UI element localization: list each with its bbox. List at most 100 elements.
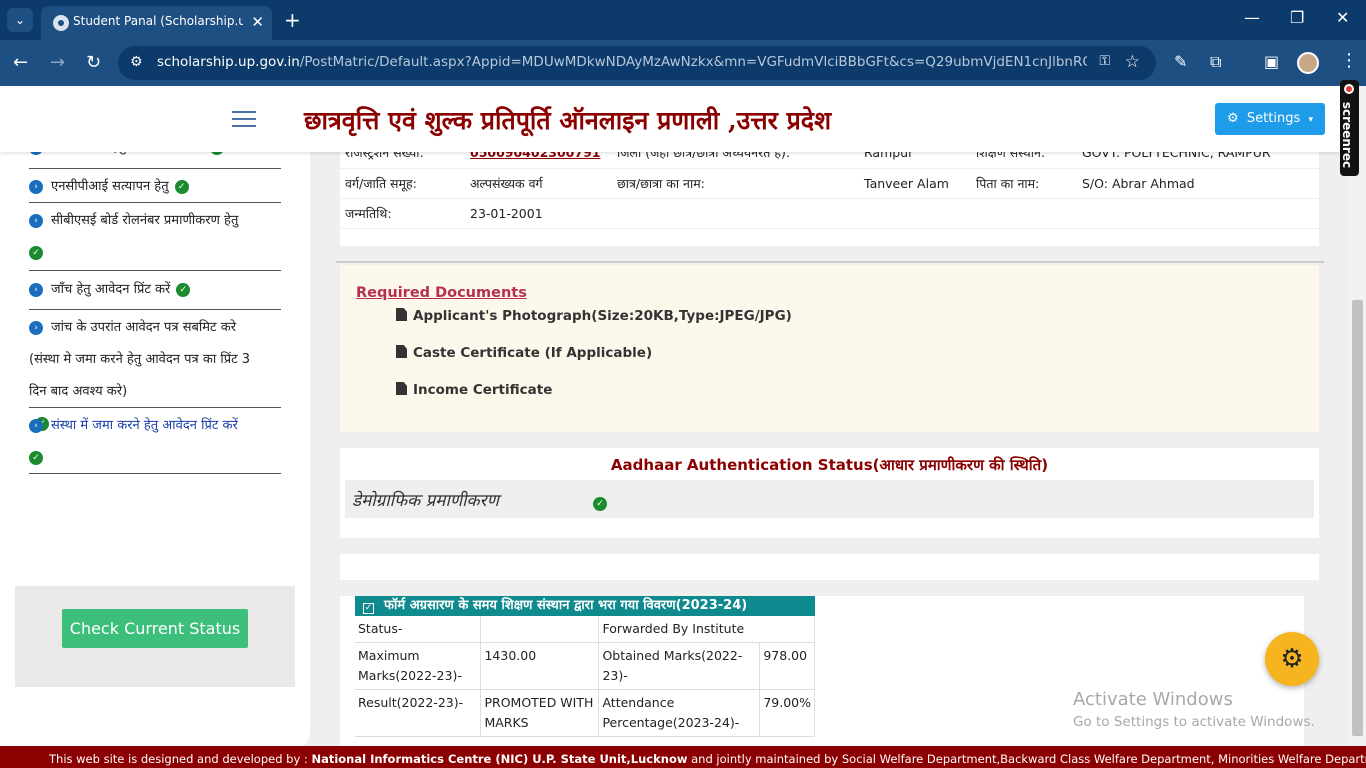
sidebar-item-print-check[interactable]: › जाँच हेतु आवेदन प्रिंट करें ✓ (29, 274, 281, 310)
empty-card (340, 554, 1319, 580)
caste-label: वर्ग/जाति समूह: (340, 168, 465, 199)
main-content: रजिस्ट्रेशन संख्या: 050090402300791 जिला… (336, 138, 1324, 768)
max-marks-label: Maximum Marks(2022-23)- (355, 642, 482, 690)
required-documents-card: Required Documents Applicant's Photograp… (340, 265, 1319, 432)
institute-form-title: फॉर्म अग्रसारण के समय शिक्षण संस्थान द्व… (384, 598, 748, 613)
gear-icon: ⚙ (1280, 644, 1304, 674)
obtained-marks-label: Obtained Marks(2022-23)- (598, 642, 761, 690)
tab-search-button[interactable]: ⌄ (7, 8, 33, 32)
divider (336, 261, 1324, 263)
status-label: Status- (355, 616, 482, 643)
watermark-line2: Go to Settings to activate Windows. (1073, 714, 1315, 730)
file-icon (396, 382, 407, 395)
key-icon[interactable]: ⚿ (1099, 53, 1110, 69)
chevron-right-icon: › (29, 282, 43, 297)
demographic-label: डेमोग्राफिक प्रमाणीकरण (352, 491, 499, 511)
footer-prefix: This web site is designed and developed … (49, 752, 312, 766)
tab-title: Student Panal (Scholarship.up.g (73, 14, 243, 28)
url-path: /PostMatric/Default.aspx?Appid=MDUwMDkwN… (299, 54, 1087, 70)
aadhaar-status-card: Aadhaar Authentication Status(आधार प्रमा… (340, 448, 1319, 538)
sidebar-item-cbse[interactable]: › सीबीएसई बोर्ड रोलनंबर प्रमाणीकरण हेतु ✓ (29, 205, 281, 271)
father-value: S/O: Abrar Ahmad (1077, 168, 1319, 199)
minimize-button[interactable]: — (1244, 8, 1260, 27)
institute-form-header: ✓ फॉर्म अग्रसारण के समय शिक्षण संस्थान द्… (355, 596, 815, 616)
sidebar-item-label: एनसीपीआई सत्यापन हेतु (51, 179, 169, 194)
sidebar-item-submit[interactable]: › जांच के उपरांत आवेदन पत्र सबमिट करे (संस… (29, 312, 281, 431)
scrollbar-thumb[interactable] (1352, 300, 1363, 736)
reload-icon[interactable]: ↻ (86, 52, 101, 73)
name-label: छात्र/छात्रा का नाम: (612, 168, 859, 199)
institute-form-card: ✓ फॉर्म अग्रसारण के समय शिक्षण संस्थान द्… (340, 596, 1304, 768)
caste-value: अल्पसंख्यक वर्ग (465, 168, 612, 199)
sidebar: ›प्रमाणीकरण हेतु आधार नंबर दर्ज✓ ›एनसीपी… (0, 138, 310, 750)
check-icon: ✓ (176, 282, 191, 297)
new-tab-button[interactable]: + (284, 8, 301, 32)
page-scrollbar[interactable] (1349, 86, 1366, 746)
sidebar-item-npci[interactable]: › एनसीपीआई सत्यापन हेतु ✓ (29, 171, 281, 203)
back-arrow-icon[interactable]: ← (13, 52, 28, 73)
attendance-label: Attendance Percentage(2023-24)- (598, 689, 761, 737)
activate-windows-watermark: Activate Windows Go to Settings to activ… (1073, 689, 1315, 730)
settings-button[interactable]: ⚙ Settings ▾ (1215, 103, 1325, 135)
hamburger-menu-icon[interactable] (232, 111, 256, 132)
student-info-card: रजिस्ट्रेशन संख्या: 050090402300791 जिला… (340, 138, 1319, 246)
record-icon (1344, 84, 1354, 94)
screenrec-label: screenrec (1340, 101, 1355, 169)
browser-toolbar: ← → ↻ ⚙ scholarship.up.gov.in/PostMatric… (0, 40, 1366, 86)
check-status-button[interactable]: Check Current Status (62, 609, 248, 648)
check-icon: ✓ (593, 496, 607, 511)
screenrec-widget[interactable]: screenrec (1340, 80, 1359, 176)
bookmark-star-icon[interactable]: ☆ (1125, 52, 1140, 72)
footer-org: National Informatics Centre (NIC) U.P. S… (311, 752, 688, 766)
document-item: Income Certificate (396, 382, 552, 398)
check-icon: ✓ (29, 245, 43, 260)
settings-label: Settings (1246, 111, 1301, 126)
required-documents-title[interactable]: Required Documents (356, 285, 527, 301)
browser-tabbar: ⌄ Student Panal (Scholarship.up.g ✕ + — … (0, 0, 1366, 40)
chevron-right-icon: › (29, 320, 43, 335)
sidepanel-icon[interactable]: ▣ (1264, 52, 1279, 71)
name-value: Tanveer Alam (859, 168, 971, 199)
result-value: PROMOTED WITH MARKS (480, 689, 600, 737)
profile-avatar[interactable] (1297, 52, 1319, 74)
site-header: छात्रवृत्ति एवं शुल्क प्रतिपूर्ति ऑनलाइन… (0, 86, 1340, 152)
gear-icon: ⚙ (1227, 111, 1239, 126)
max-marks-value: 1430.00 (480, 642, 600, 690)
check-icon: ✓ (174, 179, 189, 194)
close-tab-icon[interactable]: ✕ (251, 13, 264, 31)
caret-down-icon: ▾ (1308, 115, 1314, 125)
sidebar-item-label: संस्था में जमा करने हेतु आवेदन प्रिंट कर… (51, 418, 238, 433)
window-close-button[interactable]: ✕ (1336, 8, 1349, 27)
sidebar-item-print-submit[interactable]: › संस्था में जमा करने हेतु आवेदन प्रिंट क… (29, 410, 281, 474)
father-label: पिता का नाम: (971, 168, 1077, 199)
sidebar-item-label: जाँच हेतु आवेदन प्रिंट करें (51, 282, 171, 297)
page-content: छात्रवृत्ति एवं शुल्क प्रतिपूर्ति ऑनलाइन… (0, 86, 1366, 768)
eyedropper-icon[interactable]: ✎ (1174, 52, 1187, 71)
status-value: Forwarded By Institute (598, 616, 815, 643)
checkbox-checked-icon: ✓ (363, 603, 374, 614)
extensions-icon[interactable]: ⧉ (1210, 52, 1221, 72)
footer-suffix: and jointly maintained by Social Welfare… (691, 752, 1366, 766)
restore-button[interactable]: ❐ (1290, 8, 1304, 27)
settings-gear-fab[interactable]: ⚙ (1265, 632, 1319, 686)
browser-tab[interactable]: Student Panal (Scholarship.up.g ✕ (41, 6, 272, 40)
watermark-line1: Activate Windows (1073, 689, 1233, 710)
site-info-icon[interactable]: ⚙ (130, 54, 143, 70)
attendance-value: 79.00% (759, 689, 815, 737)
aadhaar-status-title: Aadhaar Authentication Status(आधार प्रमा… (610, 456, 1049, 474)
check-icon: ✓ (29, 450, 43, 465)
site-footer: This web site is designed and developed … (0, 746, 1366, 768)
site-title: छात्रवृत्ति एवं शुल्क प्रतिपूर्ति ऑनलाइन… (304, 106, 832, 135)
url-host: scholarship.up.gov.in (157, 54, 300, 70)
address-bar[interactable]: ⚙ scholarship.up.gov.in/PostMatric/Defau… (118, 46, 1156, 80)
file-icon (396, 308, 407, 321)
document-item: Caste Certificate (If Applicable) (396, 345, 652, 361)
sidebar-item-note: (संस्था मे जमा करने हेतु आवेदन पत्र का प… (29, 352, 251, 399)
chevron-right-icon: › (29, 179, 43, 194)
chevron-right-icon: › (29, 418, 43, 433)
globe-icon (53, 15, 69, 31)
browser-menu-icon[interactable]: ⋮ (1340, 50, 1358, 71)
forward-arrow-icon[interactable]: → (50, 52, 65, 73)
dob-label: जन्मतिथि: (340, 198, 465, 229)
url-text[interactable]: scholarship.up.gov.in/PostMatric/Default… (157, 54, 1087, 70)
